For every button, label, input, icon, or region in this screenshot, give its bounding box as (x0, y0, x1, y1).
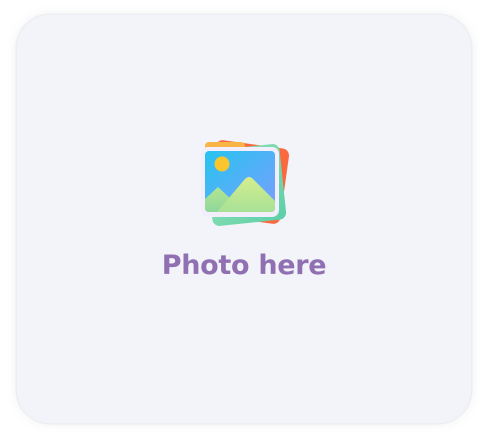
stage: Photo here (0, 0, 488, 442)
photo-stack-icon (201, 140, 290, 226)
sun-icon (214, 156, 230, 172)
photo-placeholder-label: Photo here (161, 250, 327, 281)
